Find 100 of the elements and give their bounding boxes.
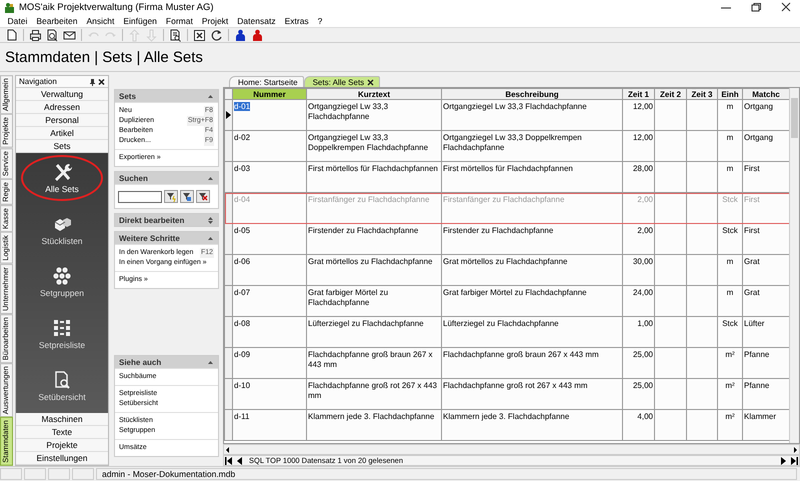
table-row[interactable]: d-08 Lüfterziegel zu Flachdachpfanne Lüfterziegel zu Flachdachpfanne 1,00 Stck Lüfter xyxy=(224,316,789,348)
scroll-left-icon[interactable] xyxy=(224,444,232,454)
person-icon[interactable] xyxy=(234,28,247,42)
refresh-icon[interactable] xyxy=(210,28,223,42)
collapse-icon[interactable] xyxy=(207,92,214,100)
person-icon[interactable] xyxy=(251,28,264,42)
next-record-icon[interactable] xyxy=(779,456,788,466)
scroll-right-icon[interactable] xyxy=(791,444,799,454)
table-cell: Flachdachpfanne groß braun 267 x 443 mm xyxy=(308,350,433,369)
menu-item[interactable]: Extras xyxy=(280,16,314,26)
navigation-view-button[interactable]: Setpreisliste xyxy=(21,311,103,357)
column-header[interactable]: Beschreibung xyxy=(442,88,622,100)
current-row-icon xyxy=(226,111,231,119)
menu-item[interactable]: Datensatz xyxy=(232,16,280,26)
navigation-view-button[interactable]: Setübersicht xyxy=(21,363,103,409)
mail-icon[interactable] xyxy=(63,28,76,42)
filter-icon[interactable] xyxy=(164,190,178,203)
table-cell: Firstanfänger zu Flachdachpfanne xyxy=(308,195,430,204)
table-row[interactable]: d-02 Ortgangziegel Lw 33,3 Doppelkrempen Flachdachpfanne Ortgangziegel Lw 33,3 Doppelkrempen Flachdachpfanne 12,00 m Ortgang xyxy=(224,130,789,162)
table-cell: m xyxy=(726,133,734,142)
table-cell: 12,00 xyxy=(632,133,653,142)
table-cell: d-06 xyxy=(234,257,250,266)
column-header[interactable]: Matchc xyxy=(742,88,789,100)
vertical-scrollbar[interactable] xyxy=(789,88,799,443)
table-row[interactable]: d-01 Ortgangziegel Lw 33,3 Flachdachpfanne Ortgangziegel Lw 33,3 Flachdachpfanne 12,00 m Ortgang xyxy=(224,100,789,130)
document-tab[interactable]: Sets: Alle Sets xyxy=(304,76,380,87)
table-cell: Firstanfänger zu Flachdachpfanne xyxy=(443,195,564,204)
column-header[interactable]: Zeit 1 xyxy=(622,88,654,100)
navigation-item[interactable]: Adressen xyxy=(16,101,108,114)
navigation-item[interactable]: Einstellungen xyxy=(16,452,108,465)
section-header[interactable]: Weitere Schritte xyxy=(115,232,218,244)
table-row[interactable]: d-03 First mörtellos für Flachdachpfannen First mörtellos für Flachdachpfannen 28,00 m First xyxy=(224,162,789,192)
table-row[interactable]: d-09 Flachdachpfanne groß braun 267 x 443 mm Flachdachpfanne groß braun 267 x 443 mm 25,00 m² Pfanne xyxy=(224,348,789,378)
navigation-view-button[interactable]: Setgruppen xyxy=(21,259,103,305)
collapse-icon[interactable] xyxy=(207,358,214,366)
table-cell: 25,00 xyxy=(632,350,653,359)
table-cell: Klammern jede 3. Flachdachpfanne xyxy=(443,412,570,421)
menu-item[interactable]: ? xyxy=(313,16,327,26)
column-header[interactable]: Zeit 3 xyxy=(686,88,718,100)
table-cell: Lüfterziegel zu Flachdachpfanne xyxy=(443,319,559,328)
navigation-item[interactable]: Maschinen xyxy=(16,413,108,426)
menu-item[interactable]: Projekt xyxy=(197,16,233,26)
horizontal-scrollbar[interactable] xyxy=(223,444,800,455)
clear-filter-icon[interactable] xyxy=(196,190,210,203)
navigation-item[interactable]: Projekte xyxy=(16,439,108,452)
first-record-icon[interactable] xyxy=(224,456,233,466)
filter-icon[interactable] xyxy=(180,190,194,203)
previous-record-icon[interactable] xyxy=(235,456,244,466)
table-cell: d-11 xyxy=(234,412,250,421)
row-header[interactable] xyxy=(224,100,232,130)
collapse-icon[interactable] xyxy=(207,174,214,182)
menu-item[interactable]: Bearbeiten xyxy=(32,16,82,26)
table-row[interactable]: d-05 Firstender zu Flachdachpfanne Firstender zu Flachdachpfanne 2,00 Stck First xyxy=(224,224,789,254)
section-header[interactable]: Sets xyxy=(115,90,218,102)
section-header[interactable]: Suchen xyxy=(115,172,218,184)
navigation-item[interactable]: Personal xyxy=(16,114,108,127)
table-cell: d-02 xyxy=(234,133,250,142)
print-preview-icon[interactable] xyxy=(46,28,59,42)
document-tab[interactable]: Home: Startseite xyxy=(229,76,304,87)
table-row[interactable]: d-06 Grat mörtellos zu Flachdachpfanne Grat mörtellos zu Flachdachpfanne 30,00 m Grat xyxy=(224,254,789,286)
collapse-icon[interactable] xyxy=(207,234,214,242)
table-cell: First xyxy=(744,164,760,173)
table-cell: Pfanne xyxy=(744,350,770,359)
close-icon[interactable] xyxy=(367,78,374,86)
section-header[interactable]: Direkt bearbeiten xyxy=(115,214,218,226)
close-icon[interactable] xyxy=(98,78,105,86)
menu-item[interactable]: Datei xyxy=(3,16,32,26)
table-row[interactable]: d-07 Grat farbiger Mörtel zu Flachdachpfanne Grat farbiger Mörtel zu Flachdachpfanne 24,00 m Grat xyxy=(224,286,789,316)
search-field[interactable] xyxy=(118,190,162,202)
navigation-item[interactable]: Verwaltung xyxy=(16,88,108,101)
table-cell: 28,00 xyxy=(632,164,653,173)
table-row[interactable]: d-10 Flachdachpfanne groß rot 267 x 443 mm Flachdachpfanne groß rot 267 x 443 mm 25,00 m² Pfanne xyxy=(224,378,789,410)
navigation-item[interactable]: Artikel xyxy=(16,127,108,140)
last-record-icon[interactable] xyxy=(790,456,799,466)
table-cell: Ortgangziegel Lw 33,3 Flachdachpfanne xyxy=(308,102,388,121)
cancel-box-icon[interactable] xyxy=(193,28,206,42)
table-cell: Flachdachpfanne groß rot 267 x 443 mm xyxy=(308,381,437,400)
expand-icon[interactable] xyxy=(207,216,214,224)
column-header[interactable]: Zeit 2 xyxy=(654,88,686,100)
printer-icon[interactable] xyxy=(29,28,42,42)
column-header[interactable]: Einh xyxy=(718,88,742,100)
window-title: MOS'aik Projektverwaltung (Firma Muster AG) xyxy=(19,2,214,12)
navigation-view-button[interactable]: Alle Sets xyxy=(21,155,103,201)
table-cell: m xyxy=(726,288,734,297)
column-header[interactable]: Nummer xyxy=(232,88,306,100)
document-search-icon[interactable] xyxy=(169,28,182,42)
navigation-view-button[interactable]: Stücklisten xyxy=(21,207,103,253)
menu-item[interactable]: Format xyxy=(161,16,198,26)
navigation-item[interactable]: Texte xyxy=(16,426,108,439)
section-header[interactable]: Siehe auch xyxy=(115,356,218,368)
menu-item[interactable]: Einfügen xyxy=(118,16,162,26)
table-cell: 2,00 xyxy=(637,195,653,204)
table-cell: Flachdachpfanne groß braun 267 x 443 mm xyxy=(443,350,599,359)
pin-icon[interactable] xyxy=(89,78,96,86)
navigation-item[interactable]: Sets xyxy=(16,140,108,153)
table-row[interactable]: d-11 Klammern jede 3. Flachdachpfanne Klammern jede 3. Flachdachpfanne 4,00 m² Klammer xyxy=(224,410,789,440)
menu-item[interactable]: Ansicht xyxy=(82,16,119,26)
table-cell: m² xyxy=(725,381,735,390)
column-header[interactable]: Kurztext xyxy=(306,88,442,100)
table-cell: m² xyxy=(725,350,735,359)
